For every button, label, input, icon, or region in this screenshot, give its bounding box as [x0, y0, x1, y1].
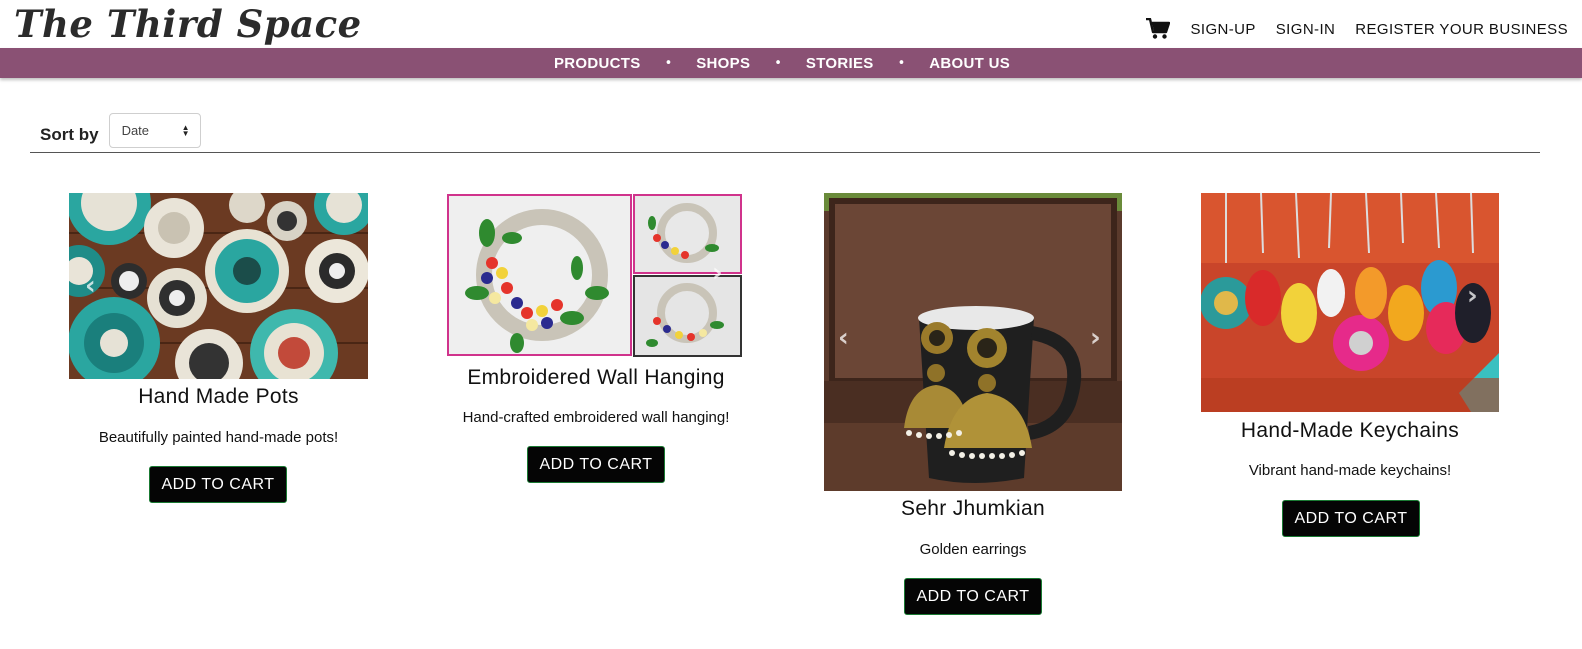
product-image-earrings[interactable]: ‹ › — [824, 193, 1122, 491]
product-image-pots[interactable]: ‹ — [69, 193, 368, 379]
product-description: Vibrant hand-made keychains! — [1248, 462, 1452, 479]
sign-up-link[interactable]: SIGN-UP — [1190, 21, 1255, 38]
carousel-next-icon[interactable]: › — [1090, 323, 1101, 353]
top-nav: SIGN-UP SIGN-IN REGISTER YOUR BUSINESS — [1146, 18, 1568, 40]
carousel-next-icon[interactable]: › — [712, 258, 723, 288]
nav-separator: • — [897, 55, 906, 71]
nav-products[interactable]: PRODUCTS — [554, 55, 641, 72]
carousel-next-icon[interactable]: › — [1467, 281, 1478, 311]
header: The Third Space SIGN-UP SIGN-IN REGISTER… — [0, 0, 1582, 48]
sort-select[interactable]: Date ▲ ▼ — [108, 113, 201, 148]
product-description: Golden earrings — [919, 541, 1027, 558]
product-description: Beautifully painted hand-made pots! — [98, 429, 339, 446]
product-title[interactable]: Hand Made Pots — [69, 385, 368, 409]
carousel-prev-icon[interactable]: ‹ — [85, 271, 96, 301]
nav-separator: • — [774, 55, 782, 71]
sort-label: Sort by — [40, 124, 99, 144]
sign-in-link[interactable]: SIGN-IN — [1276, 21, 1335, 38]
nav-about-us[interactable]: ABOUT US — [929, 55, 1010, 72]
sort-selected-value: Date — [121, 123, 150, 138]
nav-separator: • — [664, 55, 673, 71]
product-description: Hand-crafted embroidered wall hanging! — [462, 409, 730, 426]
main-navbar: PRODUCTS • SHOPS • STORIES • ABOUT US — [0, 48, 1582, 78]
product-image-wall-hanging[interactable]: › — [447, 193, 742, 357]
product-image-keychains[interactable]: › — [1201, 193, 1499, 412]
sort-arrows-icon: ▲ ▼ — [181, 122, 190, 138]
nav-stories[interactable]: STORIES — [806, 55, 874, 72]
add-to-cart-button[interactable]: ADD TO CART — [149, 466, 287, 503]
product-title[interactable]: Embroidered Wall Hanging — [447, 366, 745, 390]
add-to-cart-button[interactable]: ADD TO CART — [527, 446, 665, 483]
add-to-cart-button[interactable]: ADD TO CART — [1282, 500, 1420, 537]
add-to-cart-button[interactable]: ADD TO CART — [904, 578, 1042, 615]
product-title[interactable]: Sehr Jhumkian — [824, 497, 1122, 521]
carousel-prev-icon[interactable]: ‹ — [838, 323, 849, 353]
shopping-cart-icon[interactable] — [1146, 18, 1171, 40]
site-logo[interactable]: The Third Space — [14, 2, 362, 46]
nav-shops[interactable]: SHOPS — [696, 55, 750, 72]
register-business-link[interactable]: REGISTER YOUR BUSINESS — [1355, 21, 1568, 38]
divider — [30, 152, 1540, 153]
sort-control: Sort by Date ▲ ▼ — [40, 113, 201, 148]
product-title[interactable]: Hand-Made Keychains — [1201, 419, 1499, 443]
